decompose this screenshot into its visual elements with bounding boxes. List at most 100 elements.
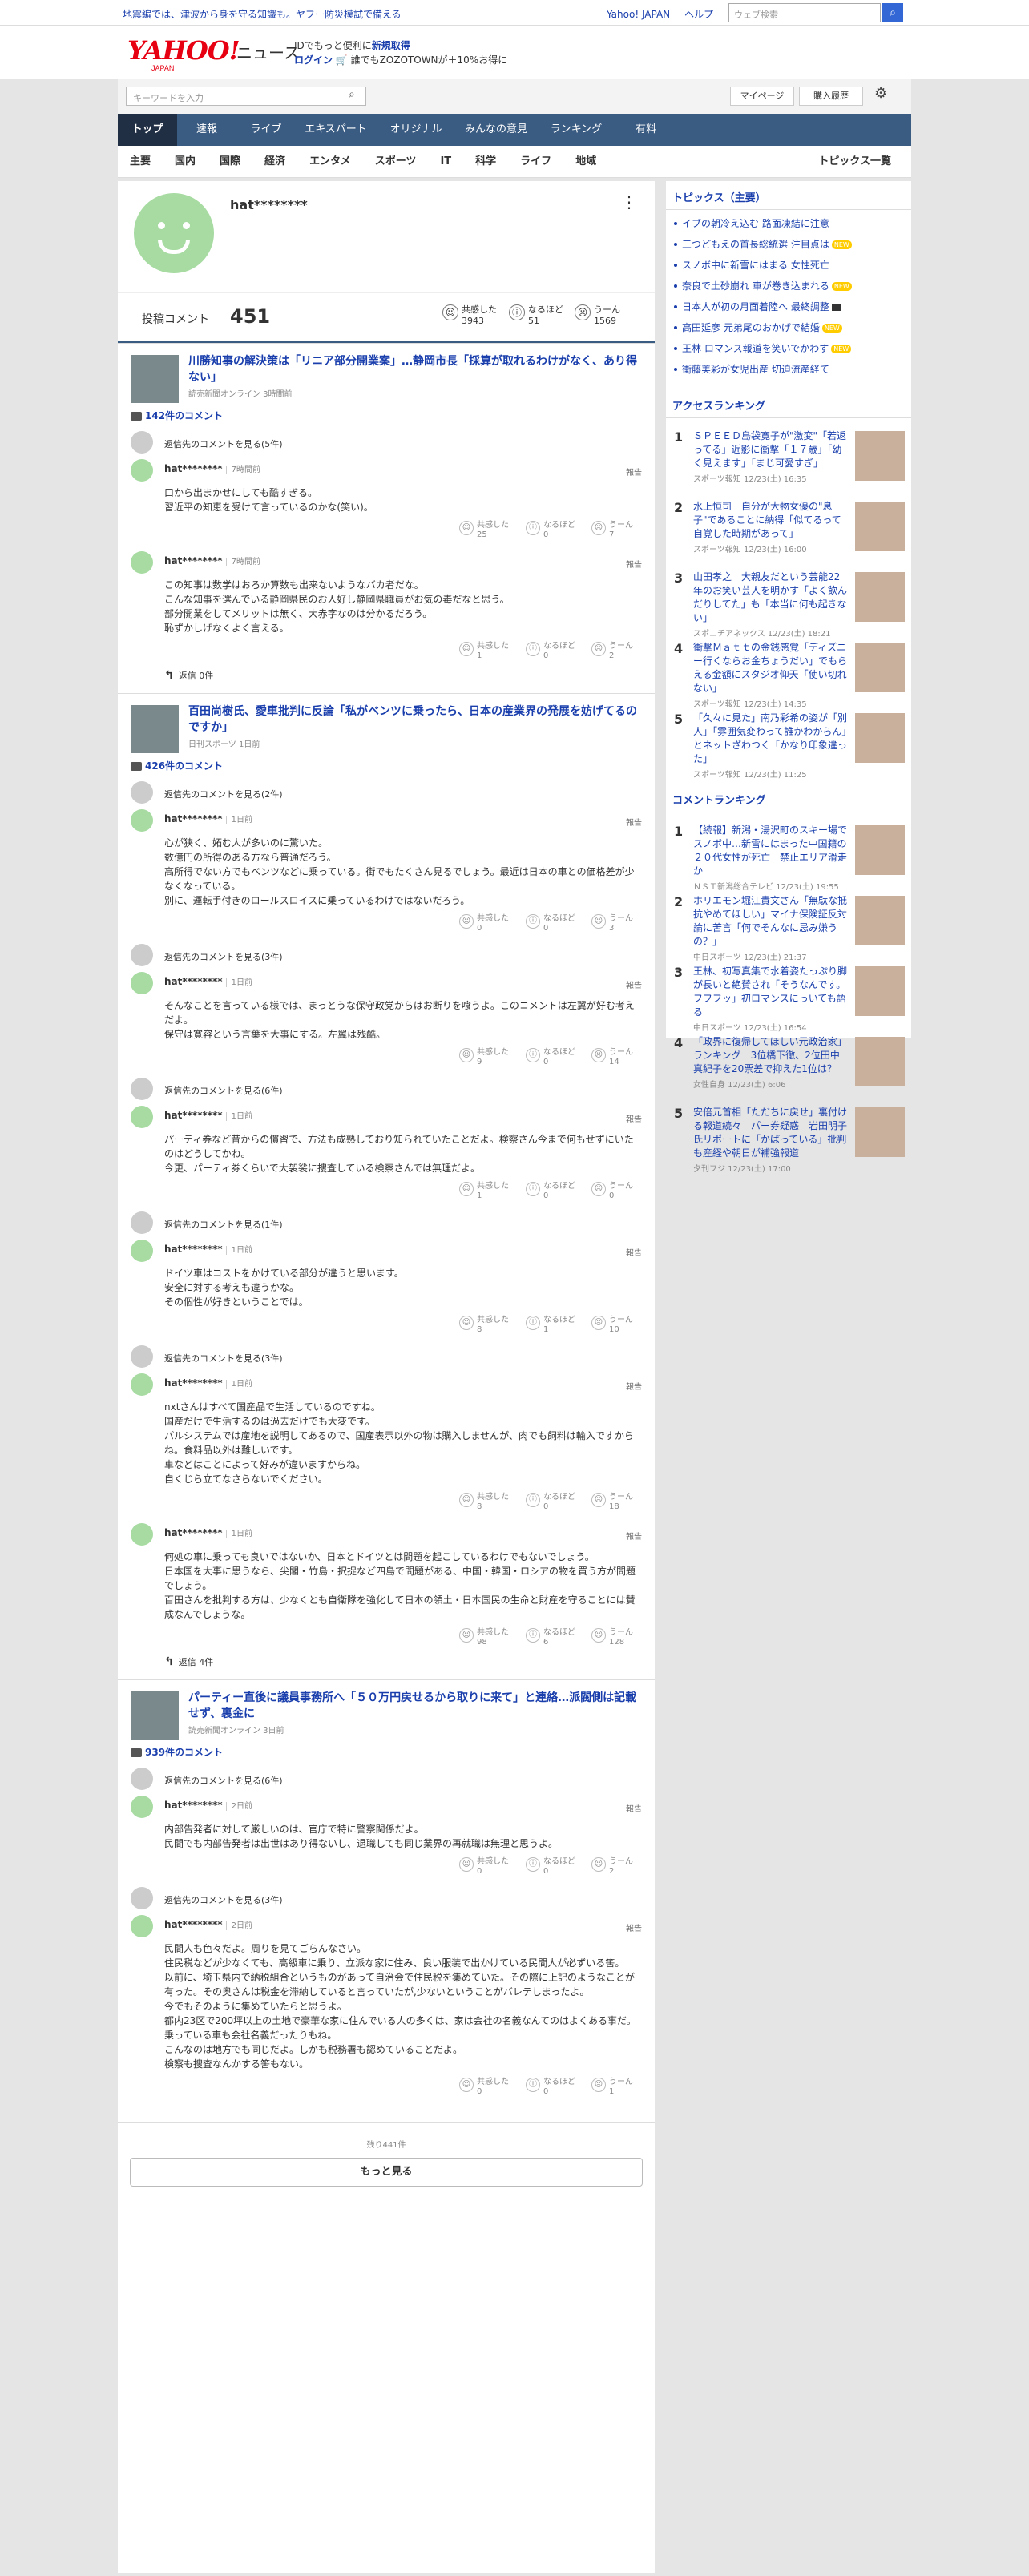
insight-reaction-button[interactable]: ⓘ なるほど 0 <box>526 521 575 540</box>
ranking-item[interactable]: 1 【続報】新潟・湯沢町のスキー場でスノボ中…新雪にはまった中国籍の２０代女性が死… <box>666 816 911 892</box>
web-search-input[interactable]: ウェブ検索 <box>728 3 881 22</box>
comment-author[interactable]: hat******** 1日前 <box>164 1106 642 1121</box>
yahoo-japan-link[interactable]: Yahoo! JAPAN <box>607 9 670 20</box>
reply-button[interactable]: ↰ 返信 4件 <box>164 1654 642 1675</box>
report-link[interactable]: 報告 <box>626 1112 642 1124</box>
empathy-reaction-button[interactable]: ☺ 共感した 25 <box>459 521 509 540</box>
topic-item[interactable]: 衝藤美彩が女児出産 切迫流産経て <box>666 359 911 380</box>
report-link[interactable]: 報告 <box>626 1802 642 1814</box>
comment-author[interactable]: hat******** 2日前 <box>164 1915 642 1930</box>
view-parent-comment[interactable]: 返信先のコメントを見る(3件) <box>131 1883 642 1910</box>
comment-count-link[interactable]: 426件のコメント <box>131 759 642 772</box>
hmm-reaction-button[interactable]: ☹ うーん 128 <box>591 1628 633 1647</box>
more-options-icon[interactable]: ⋮ <box>621 192 637 212</box>
article-thumbnail[interactable] <box>131 705 179 753</box>
cat-sports[interactable]: スポーツ <box>363 146 429 177</box>
article-thumbnail[interactable] <box>131 355 179 403</box>
zozo-promo[interactable]: 🛒 誰でもZOZOTOWNが＋10%お得に <box>333 54 507 66</box>
view-parent-comment[interactable]: 返信先のコメントを見る(1件) <box>131 1207 642 1235</box>
gnav-live[interactable]: ライブ <box>236 114 296 146</box>
topic-item[interactable]: スノボ中に新雪にはまる 女性死亡 <box>666 255 911 276</box>
cat-local[interactable]: 地域 <box>563 146 608 177</box>
comment-count-link[interactable]: 142件のコメント <box>131 409 642 422</box>
empathy-reaction-button[interactable]: ☺ 共感した 8 <box>459 1316 509 1335</box>
article-title-link[interactable]: パーティー直後に議員事務所へ「５０万円戻せるから取りに来て」と連絡…派閥側は記載… <box>188 1690 642 1722</box>
help-link[interactable]: ヘルプ <box>684 9 713 20</box>
report-link[interactable]: 報告 <box>626 978 642 990</box>
view-parent-comment[interactable]: 返信先のコメントを見る(3件) <box>131 940 642 967</box>
insight-reaction-button[interactable]: ⓘ なるほど 0 <box>526 1493 575 1512</box>
topic-item[interactable]: イブの朝冷え込む 路面凍結に注意 <box>666 213 911 234</box>
cat-science[interactable]: 科学 <box>463 146 508 177</box>
reply-button[interactable]: ↰ 返信 0件 <box>164 667 642 688</box>
yahoo-logo[interactable]: YAHOO! <box>127 35 240 66</box>
article-title-link[interactable]: 百田尚樹氏、愛車批判に反論「私がベンツに乗ったら、日本の産業界の発展を妨げてるの… <box>188 703 642 736</box>
comment-count-link[interactable]: 939件のコメント <box>131 1745 642 1759</box>
hmm-reaction-button[interactable]: ☹ うーん 3 <box>591 914 633 933</box>
empathy-reaction-button[interactable]: ☺ 共感した 0 <box>459 914 509 933</box>
gnav-paid[interactable]: 有料 <box>616 114 676 146</box>
cat-domestic[interactable]: 国内 <box>163 146 208 177</box>
disaster-notice-link[interactable]: 地震編では、津波から身を守る知識も。ヤフー防災模試で備える <box>123 7 402 21</box>
load-more-button[interactable]: もっと見る <box>130 2158 643 2187</box>
gnav-opinion[interactable]: みんなの意見 <box>456 114 536 146</box>
empathy-reaction-button[interactable]: ☺ 共感した 9 <box>459 1048 509 1067</box>
empathy-reaction-button[interactable]: ☺ 共感した 0 <box>459 2078 509 2097</box>
ranking-item[interactable]: 2 水上恒司 自分が大物女優の"息子"であることに納得「似てるって自覚した時期があ… <box>666 492 911 562</box>
gnav-expert[interactable]: エキスパート <box>296 114 376 146</box>
comment-author[interactable]: hat******** 7時間前 <box>164 459 642 474</box>
topic-item[interactable]: 三つどもえの首長総統選 注目点は NEW <box>666 234 911 255</box>
empathy-reaction-button[interactable]: ☺ 共感した 98 <box>459 1628 509 1647</box>
article-thumbnail[interactable] <box>131 1691 179 1740</box>
search-icon[interactable]: ⌕ <box>882 3 903 22</box>
mypage-button[interactable]: マイページ <box>730 87 794 106</box>
topic-item[interactable]: 奈良で土砂崩れ 車が巻き込まれる NEW <box>666 276 911 296</box>
comment-author[interactable]: hat******** 1日前 <box>164 1523 642 1538</box>
insight-reaction-button[interactable]: ⓘ なるほど 0 <box>526 2078 575 2097</box>
gnav-top[interactable]: トップ <box>118 114 177 146</box>
cat-it[interactable]: IT <box>428 146 463 177</box>
register-link[interactable]: 新規取得 <box>372 40 410 51</box>
search-icon[interactable]: ⌕ <box>349 88 355 101</box>
hmm-reaction-button[interactable]: ☹ うーん 1 <box>591 2078 633 2097</box>
ranking-item[interactable]: 2 ホリエモン堀江貴文さん「無駄な抵抗やめてほしい」マイナ保険証反対論に苦言「何で… <box>666 886 911 962</box>
view-parent-comment[interactable]: 返信先のコメントを見る(3件) <box>131 1341 642 1369</box>
view-parent-comment[interactable]: 返信先のコメントを見る(6件) <box>131 1074 642 1101</box>
cat-main[interactable]: 主要 <box>118 146 163 177</box>
login-link[interactable]: ログイン <box>294 54 333 66</box>
gnav-breaking[interactable]: 速報 <box>177 114 236 146</box>
comment-author[interactable]: hat******** 1日前 <box>164 1373 642 1389</box>
cat-entertainment[interactable]: エンタメ <box>297 146 363 177</box>
comment-author[interactable]: hat******** 1日前 <box>164 972 642 987</box>
hmm-reaction-button[interactable]: ☹ うーん 2 <box>591 1857 633 1877</box>
report-link[interactable]: 報告 <box>626 466 642 478</box>
empathy-reaction-button[interactable]: ☺ 共感した 8 <box>459 1493 509 1512</box>
comment-author[interactable]: hat******** 1日前 <box>164 1240 642 1255</box>
gnav-original[interactable]: オリジナル <box>376 114 456 146</box>
insight-reaction-button[interactable]: ⓘ なるほど 0 <box>526 642 575 661</box>
ranking-item[interactable]: 3 山田孝之 大親友だという芸能22年のお笑い芸人を明かす「よく飲んだりしてた」も… <box>666 562 911 639</box>
ranking-item[interactable]: 4 衝撃Ｍａｔｔの金銭感覚「ディズニー行くならお金ちょうだい」でもらえる金額にスタ… <box>666 633 911 709</box>
insight-reaction-button[interactable]: ⓘ なるほど 0 <box>526 914 575 933</box>
empathy-reaction-button[interactable]: ☺ 共感した 1 <box>459 1182 509 1201</box>
view-parent-comment[interactable]: 返信先のコメントを見る(6件) <box>131 1764 642 1791</box>
empathy-reaction-button[interactable]: ☺ 共感した 1 <box>459 642 509 661</box>
insight-reaction-button[interactable]: ⓘ なるほど 0 <box>526 1857 575 1877</box>
cat-economy[interactable]: 経済 <box>252 146 297 177</box>
ranking-item[interactable]: 1 ＳＰＥＥＤ島袋寛子が"激変"「若返ってる」近影に衝撃「１７歳」「幼く見えます」… <box>666 421 911 492</box>
report-link[interactable]: 報告 <box>626 1921 642 1933</box>
view-parent-comment[interactable]: 返信先のコメントを見る(5件) <box>131 427 642 454</box>
insight-reaction-button[interactable]: ⓘ なるほど 1 <box>526 1316 575 1335</box>
cat-life[interactable]: ライフ <box>508 146 563 177</box>
report-link[interactable]: 報告 <box>626 1530 642 1542</box>
comment-author[interactable]: hat******** 1日前 <box>164 809 642 824</box>
ranking-item[interactable]: 5 安倍元首相「ただちに戻せ」裏付ける報道続々 パー券疑惑 岩田明子氏リポートに「… <box>666 1098 911 1174</box>
insight-reaction-button[interactable]: ⓘ なるほど 0 <box>526 1048 575 1067</box>
hmm-reaction-button[interactable]: ☹ うーん 14 <box>591 1048 633 1067</box>
hmm-reaction-button[interactable]: ☹ うーん 0 <box>591 1182 633 1201</box>
gear-icon[interactable]: ⚙ <box>874 85 887 102</box>
topic-item[interactable]: 王林 ロマンス報道を笑いでかわす NEW <box>666 338 911 359</box>
topic-item[interactable]: 日本人が初の月面着陸へ 最終調整 <box>666 296 911 317</box>
hmm-reaction-button[interactable]: ☹ うーん 10 <box>591 1316 633 1335</box>
report-link[interactable]: 報告 <box>626 816 642 828</box>
